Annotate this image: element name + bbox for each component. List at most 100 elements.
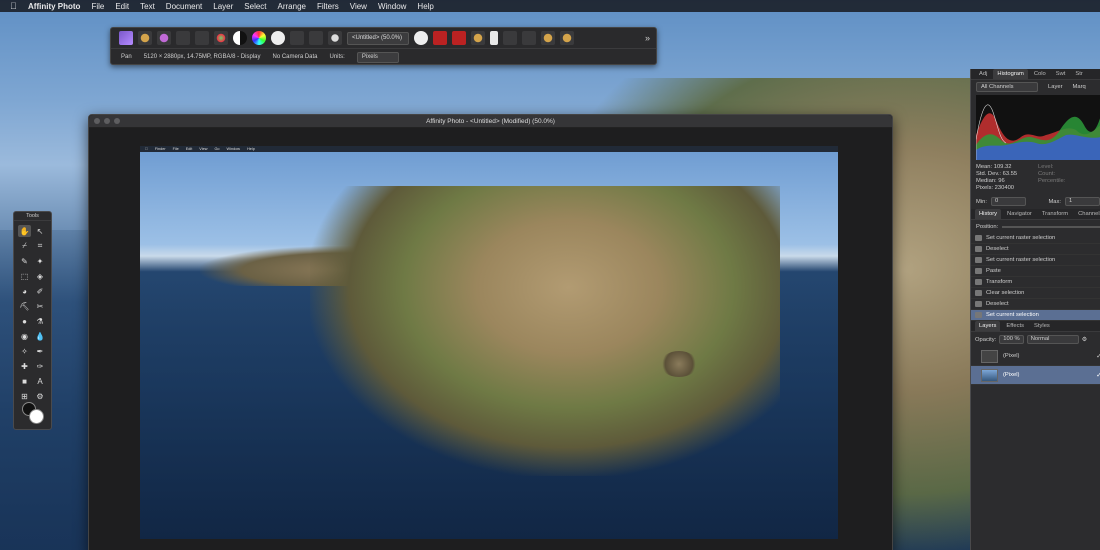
tab-stroke[interactable]: Str bbox=[1071, 69, 1086, 79]
insert-behind-icon[interactable] bbox=[522, 31, 536, 45]
channels-select[interactable]: All Channels bbox=[976, 82, 1038, 92]
background-color-swatch[interactable] bbox=[29, 409, 44, 424]
layer-visibility-check-icon[interactable]: ✓ bbox=[1096, 371, 1100, 379]
insert-top-icon[interactable] bbox=[541, 31, 555, 45]
red-eye-icon[interactable]: ◉ bbox=[18, 330, 31, 342]
invert-selection-icon[interactable] bbox=[328, 31, 342, 45]
quick-mask-icon[interactable] bbox=[414, 31, 428, 45]
tab-history[interactable]: History bbox=[975, 209, 1002, 219]
history-position-slider[interactable] bbox=[1002, 225, 1100, 228]
inpainting-icon[interactable]: ✧ bbox=[18, 345, 31, 357]
menu-layer[interactable]: Layer bbox=[213, 2, 233, 11]
history-item[interactable]: Deselect bbox=[971, 244, 1100, 255]
history-item[interactable]: Paste bbox=[971, 266, 1100, 277]
history-item[interactable]: Deselect bbox=[971, 299, 1100, 310]
menu-window[interactable]: Window bbox=[378, 2, 406, 11]
liquify-persona-icon[interactable] bbox=[138, 31, 152, 45]
blur-brush-icon[interactable]: 💧 bbox=[34, 330, 47, 342]
minimize-window-button[interactable] bbox=[104, 118, 110, 124]
max-field[interactable]: 1 bbox=[1065, 197, 1100, 206]
auto-contrast-icon[interactable] bbox=[233, 31, 247, 45]
photo-persona-icon[interactable] bbox=[119, 31, 133, 45]
auto-levels-icon[interactable] bbox=[214, 31, 228, 45]
tab-navigator[interactable]: Navigator bbox=[1003, 209, 1036, 219]
history-item[interactable]: Set current raster selection bbox=[971, 255, 1100, 266]
tab-adjustments[interactable]: Adj bbox=[975, 69, 991, 79]
menu-view[interactable]: View bbox=[350, 2, 367, 11]
history-item[interactable]: Transform bbox=[971, 277, 1100, 288]
mesh-warp-icon[interactable]: ⊞ bbox=[18, 390, 31, 402]
arrange-icon[interactable] bbox=[503, 31, 517, 45]
view-tool-icon[interactable]: ✋ bbox=[18, 225, 31, 237]
selection-rect-icon[interactable] bbox=[290, 31, 304, 45]
units-select[interactable]: Pixels bbox=[356, 51, 399, 63]
text-tool-icon[interactable]: A bbox=[34, 375, 47, 387]
menu-text[interactable]: Text bbox=[140, 2, 155, 11]
healing-brush-icon[interactable]: ✚ bbox=[18, 360, 31, 372]
layer-row[interactable]: (Pixel) ✓ bbox=[971, 347, 1100, 366]
document-select[interactable]: <Untitled> (50.0%) bbox=[347, 31, 409, 45]
erase-brush-icon[interactable]: ✂ bbox=[34, 300, 47, 312]
tab-styles[interactable]: Styles bbox=[1030, 321, 1054, 331]
grid-icon[interactable] bbox=[433, 31, 447, 45]
rectangle-tool-icon[interactable]: ■ bbox=[18, 375, 31, 387]
paint-mixer-icon[interactable]: ⛏ bbox=[18, 300, 31, 312]
auto-white-balance-icon[interactable] bbox=[271, 31, 285, 45]
flood-fill-icon[interactable]: ◈ bbox=[34, 270, 47, 282]
canvas-image[interactable]:  Finder File Edit View Go Window Help bbox=[140, 146, 838, 539]
selection-brush-icon[interactable]: ✎ bbox=[18, 255, 31, 267]
min-field[interactable]: 0 bbox=[990, 197, 1026, 206]
zoom-window-button[interactable] bbox=[114, 118, 120, 124]
menu-document[interactable]: Document bbox=[166, 2, 202, 11]
tone-mapping-persona-icon[interactable] bbox=[176, 31, 190, 45]
menu-select[interactable]: Select bbox=[244, 2, 266, 11]
gradient-tool-icon[interactable]: ◕ bbox=[18, 285, 31, 297]
tab-histogram[interactable]: Histogram bbox=[993, 69, 1028, 79]
blend-mode-select[interactable]: Normal bbox=[1026, 335, 1079, 344]
layer-settings-icon[interactable]: ⚙ bbox=[1082, 337, 1087, 343]
color-swatches[interactable] bbox=[22, 402, 46, 426]
tab-effects[interactable]: Effects bbox=[1002, 321, 1028, 331]
crop-tool-icon[interactable]: ⌗ bbox=[34, 240, 47, 252]
history-item-selected[interactable]: Set current selection bbox=[971, 310, 1100, 321]
pen-tool-icon[interactable]: ✑ bbox=[34, 360, 47, 372]
move-tool-icon[interactable]: ↖ bbox=[34, 225, 47, 237]
snapping-icon[interactable] bbox=[452, 31, 466, 45]
assistant-icon[interactable] bbox=[471, 31, 485, 45]
tab-colour[interactable]: Colo bbox=[1030, 69, 1050, 79]
close-window-button[interactable] bbox=[94, 118, 100, 124]
menu-edit[interactable]: Edit bbox=[115, 2, 129, 11]
auto-colors-icon[interactable] bbox=[252, 31, 266, 45]
tab-layers[interactable]: Layers bbox=[975, 321, 1001, 331]
align-icon[interactable] bbox=[490, 31, 498, 45]
app-menu[interactable]: Affinity Photo bbox=[28, 2, 80, 11]
menu-arrange[interactable]: Arrange bbox=[278, 2, 306, 11]
clone-tool-icon[interactable]: ⚗ bbox=[34, 315, 47, 327]
menu-file[interactable]: File bbox=[91, 2, 104, 11]
tab-transform[interactable]: Transform bbox=[1038, 209, 1072, 219]
layer-row-selected[interactable]: (Pixel) ✓ bbox=[971, 366, 1100, 385]
document-titlebar[interactable]: Affinity Photo - <Untitled> (Modified) (… bbox=[89, 115, 892, 128]
opacity-field[interactable]: 100 % bbox=[999, 335, 1024, 344]
apple-icon[interactable]:  bbox=[10, 2, 18, 11]
flood-select-icon[interactable]: ✦ bbox=[34, 255, 47, 267]
menu-filters[interactable]: Filters bbox=[317, 2, 339, 11]
marquee-icon[interactable]: ⬚ bbox=[18, 270, 31, 282]
paint-brush-icon[interactable]: ✐ bbox=[34, 285, 47, 297]
deselect-icon[interactable] bbox=[309, 31, 323, 45]
layer-visibility-check-icon[interactable]: ✓ bbox=[1096, 352, 1100, 360]
develop-persona-icon[interactable] bbox=[157, 31, 171, 45]
toolbar-overflow-icon[interactable]: » bbox=[645, 33, 650, 43]
insert-inside-icon[interactable] bbox=[560, 31, 574, 45]
color-picker-icon[interactable]: ⌿ bbox=[18, 240, 31, 252]
layer-checkbox-label[interactable]: Layer bbox=[1048, 84, 1063, 90]
share-icon[interactable] bbox=[195, 31, 209, 45]
tab-channels[interactable]: Channels bbox=[1074, 209, 1100, 219]
zoom-tool-icon[interactable]: ⚙ bbox=[34, 390, 47, 402]
menu-help[interactable]: Help bbox=[417, 2, 433, 11]
history-item[interactable]: Clear selection bbox=[971, 288, 1100, 299]
marquee-checkbox-label[interactable]: Marq bbox=[1073, 84, 1086, 90]
tab-swatches[interactable]: Swt bbox=[1052, 69, 1070, 79]
frequency-icon[interactable]: ✒ bbox=[34, 345, 47, 357]
history-item[interactable]: Set current raster selection bbox=[971, 233, 1100, 244]
